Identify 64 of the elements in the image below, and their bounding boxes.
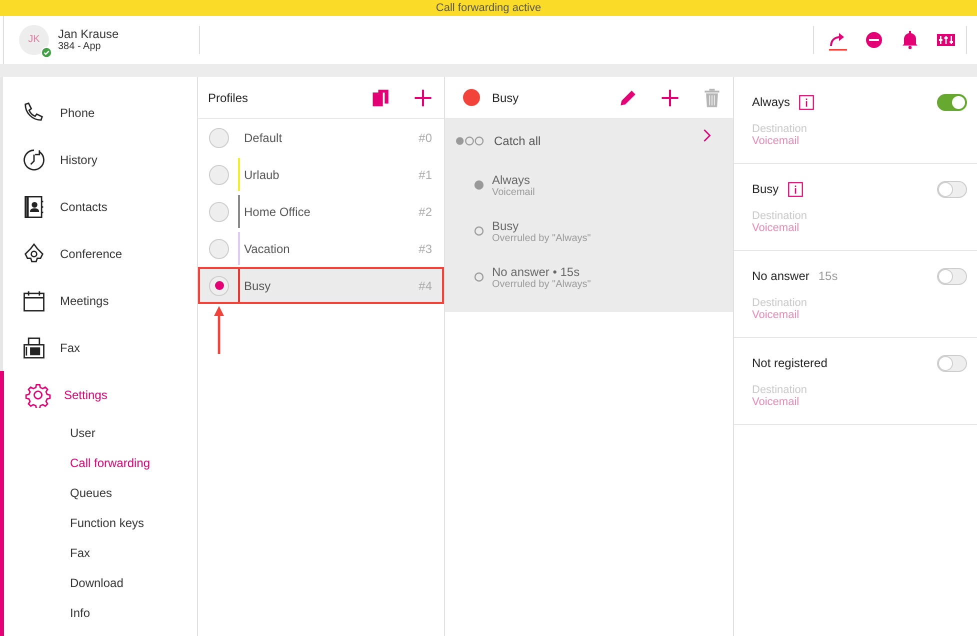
rule-title: Always [492,172,530,186]
rule-title: No answer • 15s [492,264,581,278]
forwarding-title: Not registered [752,356,828,370]
profile-name: Vacation [243,242,291,256]
submenu-item[interactable]: User [7,418,197,448]
profile-name: Busy [243,278,272,292]
profile-number: #0 [418,130,433,144]
nav-item[interactable]: Conference [3,230,197,277]
radio-button[interactable] [209,202,229,222]
fax-icon [21,334,47,360]
profile-name: Home Office [243,204,312,218]
status-banner: Call forwarding active [0,0,977,16]
settings-icon [25,382,51,408]
profile-number: #4 [418,278,433,292]
radio-button[interactable] [209,164,229,184]
submenu-item[interactable]: Function keys [7,508,197,538]
info-icon[interactable] [799,94,814,110]
rule-title: Busy [492,218,519,232]
radio-button[interactable] [209,128,229,148]
profile-title: Busy [492,90,520,104]
profile-row[interactable]: Busy #4 [198,267,444,304]
forwarding-title: Always [752,95,790,109]
nav-item[interactable]: Contacts [3,183,197,230]
nav-item[interactable]: Settings [7,371,197,418]
user-name: Jan Krause [58,27,119,42]
chevron-right-icon[interactable] [703,129,711,142]
user-extension: 384 - App [58,41,102,52]
nav-item[interactable]: Fax [3,324,197,371]
radio-button[interactable] [209,238,229,258]
submenu-item[interactable]: Call forwarding [7,448,197,478]
nav-item[interactable]: History [3,136,197,183]
toggle-switch[interactable] [937,180,967,198]
avatar-initials: JK [28,34,40,46]
delay-value: 15s [818,269,838,283]
profile-name: Default [243,130,284,144]
submenu-item[interactable]: Info [7,598,197,628]
info-icon[interactable] [788,182,803,196]
column-title: Profiles [208,90,250,104]
submenu-item[interactable]: Queues [7,478,197,508]
annotation-arrow [213,306,225,354]
profile-row[interactable]: Default #0 [198,119,444,156]
rule-subtitle: Overruled by "Always" [492,232,591,244]
profile-name: Urlaub [243,168,280,182]
profile-row[interactable]: Vacation #3 [198,230,444,267]
forwarding-title: No answer [752,269,810,283]
toggle-switch[interactable] [937,354,967,372]
submenu-item[interactable]: Fax [7,538,197,568]
profile-number: #3 [418,242,433,256]
profile-number: #2 [418,204,433,218]
group-label: Catch all [494,134,542,148]
submenu-item[interactable]: Download [7,568,197,598]
nav-item[interactable]: Phone [3,89,197,136]
profile-row[interactable]: Home Office #2 [198,193,444,230]
rule-subtitle: Voicemail [492,186,535,198]
toggle-switch[interactable] [937,268,967,284]
profile-row[interactable]: Urlaub #1 [198,156,444,193]
nav-item[interactable]: Meetings [3,277,197,324]
three-circles-icon [455,136,484,146]
clock-icon [21,146,47,172]
toggle-switch[interactable] [937,94,967,110]
rule-subtitle: Overruled by "Always" [492,278,591,290]
profile-number: #1 [418,168,433,182]
forwarding-title: Busy [752,182,779,196]
radio-button[interactable] [209,276,229,296]
